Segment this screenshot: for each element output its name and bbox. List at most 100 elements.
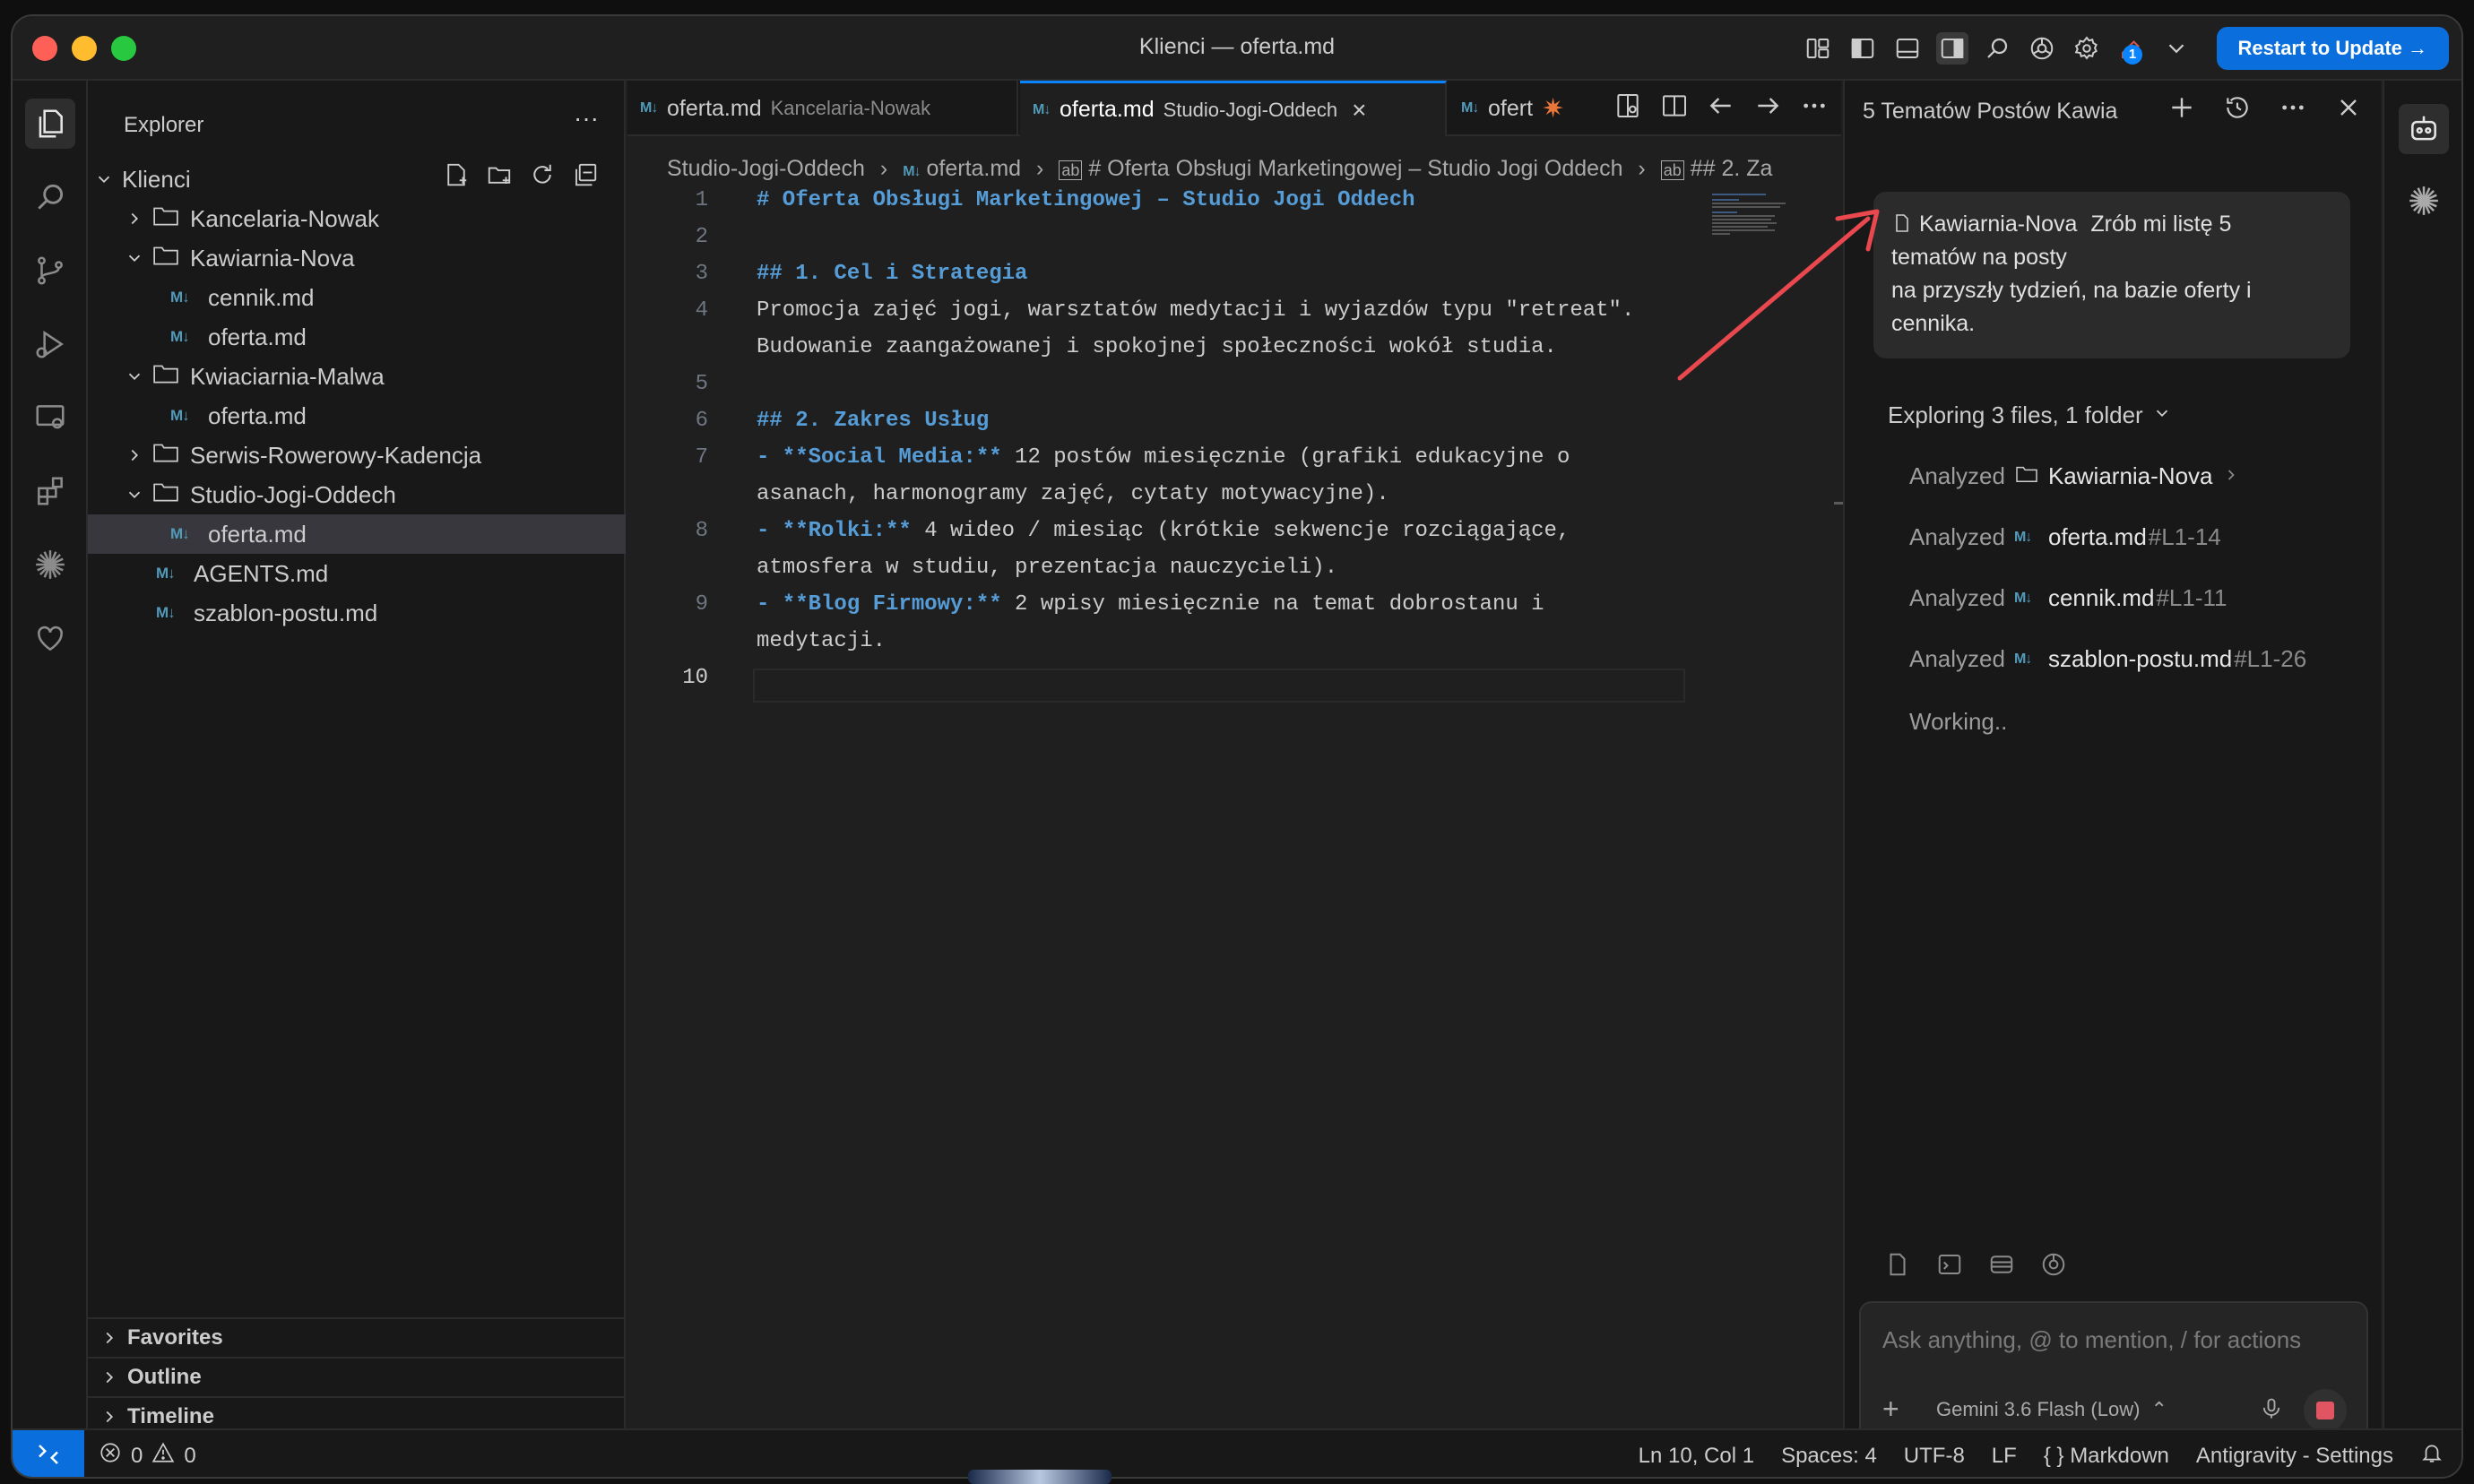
tree-item-folder[interactable]: Kawiarnia-Nova [88,238,626,278]
tree-item-file[interactable]: M↓ oferta.md [88,396,626,436]
chat-title: 5 Tematów Postów Kawia [1863,99,2118,124]
gear-icon[interactable] [2071,32,2103,65]
settings-label[interactable]: Antigravity - Settings [2196,1444,2393,1469]
bell-icon[interactable] [2420,1441,2444,1471]
tree-item-folder[interactable]: Kwiaciarnia-Malwa [88,357,626,396]
tree-item-folder[interactable]: Kancelaria-Nowak [88,199,626,238]
analyzed-item[interactable]: Analyzed Kawiarnia-Nova [1909,462,2240,490]
more-actions-icon[interactable] [1800,91,1829,125]
file-icon[interactable] [1884,1251,1911,1282]
layout-icon[interactable] [1802,32,1834,65]
analyzed-item[interactable]: Analyzed M↓ oferta.md #L1-14 [1909,523,2221,551]
toggle-secondary-sidebar-icon[interactable] [1936,32,1968,65]
tree-item-folder[interactable]: Serwis-Rowerowy-Kadencja [88,436,626,475]
arrow-right-icon[interactable] [1753,91,1782,125]
agent-spark-icon[interactable] [2399,176,2449,226]
section-outline[interactable]: Outline [88,1357,626,1396]
analyzed-item[interactable]: Analyzed M↓ cennik.md #L1-11 [1909,584,2227,612]
source-control-icon[interactable] [25,246,75,296]
database-icon[interactable] [1988,1251,2015,1282]
tree-item-file-selected[interactable]: M↓ oferta.md [88,514,626,554]
tree-item-file[interactable]: M↓ oferta.md [88,317,626,357]
message-text: Zrób mi listę 5 [2090,211,2232,237]
agent-spark-icon[interactable] [25,539,75,590]
new-folder-icon[interactable] [486,161,513,193]
markdown-icon: M↓ [2013,590,2032,606]
title-bar: Klienci — oferta.md 1 Restart to Update … [13,16,2461,81]
refresh-icon[interactable] [529,161,556,193]
plus-icon[interactable] [2167,93,2196,126]
toggle-panel-icon[interactable] [1891,32,1924,65]
breadcrumb-folder[interactable]: Studio-Jogi-Oddech [667,156,865,181]
toggle-sidebar-icon[interactable] [1847,32,1879,65]
tree-item-file[interactable]: M↓ cennik.md [88,278,626,317]
analyzed-item[interactable]: Analyzed M↓ szablon-postu.md #L1-26 [1909,645,2306,673]
terminal-icon[interactable] [1936,1251,1963,1282]
language-mode[interactable]: { } Markdown [2044,1444,2169,1469]
markdown-icon: M↓ [1461,100,1479,116]
markdown-icon: M↓ [156,565,176,582]
explorer-icon[interactable] [25,99,75,149]
user-message: Kawiarnia-Nova Zrób mi listę 5 tematów n… [1873,192,2350,358]
tree-item-file[interactable]: M↓ szablon-postu.md [88,593,626,633]
breadcrumb-symbol[interactable]: ## 2. Za [1691,156,1773,181]
browser-icon[interactable] [2026,32,2058,65]
editor-actions [1613,91,1829,125]
search-icon[interactable] [25,172,75,222]
close-icon[interactable]: × [1352,96,1366,125]
more-actions-icon[interactable] [2279,93,2307,126]
context-file-chip[interactable]: Kawiarnia-Nova [1919,211,2077,237]
microphone-icon[interactable] [2259,1396,2284,1426]
chevron-right-icon [99,1406,120,1428]
editor-tabs: M↓ oferta.md Kancelaria-Nowak M↓ oferta.… [627,81,1841,136]
heart-icon[interactable] [25,613,75,663]
browser-icon[interactable] [2040,1251,2067,1282]
tree-item-file[interactable]: M↓ AGENTS.md [88,554,626,593]
exploring-summary[interactable]: Exploring 3 files, 1 folder [1888,401,2172,429]
open-preview-icon[interactable] [1613,91,1642,125]
split-editor-icon[interactable] [1660,91,1689,125]
arrow-left-icon[interactable] [1707,91,1735,125]
add-context-button[interactable]: + [1882,1393,1899,1426]
indentation[interactable]: Spaces: 4 [1781,1444,1877,1469]
run-debug-icon[interactable] [25,319,75,369]
end-of-line[interactable]: LF [1992,1444,2017,1469]
tab-oferta-studio[interactable]: M↓ oferta.md Studio-Jogi-Oddech × [1020,81,1447,136]
new-file-icon[interactable] [443,161,470,193]
more-actions-icon[interactable]: ··· [574,104,599,133]
remote-explorer-icon[interactable] [25,393,75,443]
chevron-right-icon: › [879,156,888,181]
tab-description: Studio-Jogi-Oddech [1163,98,1338,121]
tree-item-label: Serwis-Rowerowy-Kadencja [190,441,482,469]
chevron-down-icon[interactable] [2160,32,2193,65]
encoding[interactable]: UTF-8 [1904,1444,1965,1469]
agent-robot-icon[interactable] [2399,104,2449,154]
stop-button[interactable] [2304,1389,2347,1432]
remote-icon[interactable] [13,1430,84,1477]
breadcrumb-file[interactable]: oferta.md [926,156,1021,181]
agent-chat-panel: 5 Tematów Postów Kawia Kawiarnia-Nova Zr… [1843,81,2381,1462]
chat-input-placeholder[interactable]: Ask anything, @ to mention, / for action… [1882,1326,2301,1354]
section-favorites[interactable]: Favorites [88,1317,626,1357]
tab-oferta-kancelaria[interactable]: M↓ oferta.md Kancelaria-Nowak [627,81,1018,136]
folder-icon [152,441,179,470]
markdown-icon: M↓ [1033,101,1051,117]
folder-icon [152,244,179,273]
model-selector[interactable]: Gemini 3.6 Flash (Low) ⌃ [1936,1398,2167,1421]
minimap[interactable] [1712,192,1802,246]
tree-item-folder[interactable]: Studio-Jogi-Oddech [88,475,626,514]
search-icon[interactable] [1981,32,2013,65]
history-icon[interactable] [2223,93,2252,126]
collapse-all-icon[interactable] [572,161,599,193]
chevron-down-icon [93,168,115,190]
extensions-icon[interactable] [25,466,75,516]
notifications-icon[interactable]: 1 [2115,32,2148,65]
warning-icon [151,1441,175,1471]
tab-ofert[interactable]: M↓ ofert ✷ [1449,81,1610,136]
close-icon[interactable] [2334,93,2363,126]
problems-indicator[interactable]: 0 0 [99,1441,196,1471]
cursor-position[interactable]: Ln 10, Col 1 [1639,1444,1754,1469]
breadcrumb-symbol[interactable]: # Oferta Obsługi Marketingowej – Studio … [1088,156,1622,181]
markdown-icon: M↓ [170,328,190,345]
restart-to-update-button[interactable]: Restart to Update → [2216,27,2449,70]
